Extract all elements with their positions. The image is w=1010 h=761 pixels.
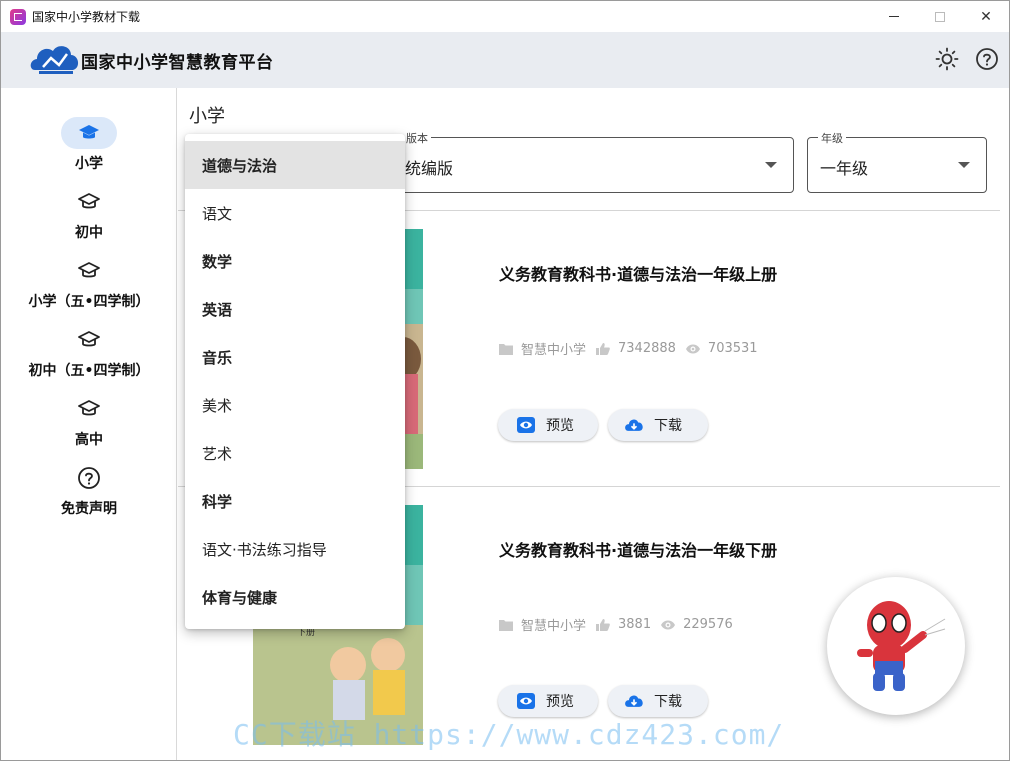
sidebar-item-label: 初中（五•四学制） (28, 363, 150, 379)
sidebar-item-disclaimer[interactable]: 免责声明 (1, 462, 177, 518)
sidebar-item-junior[interactable]: 初中 (1, 186, 177, 242)
preview-button-label: 预览 (546, 418, 574, 434)
version-select-label: 版本 (403, 130, 431, 146)
publisher: 智慧中小学 (521, 619, 587, 634)
subject-dropdown-menu: 道德与法治 语文 数学 英语 音乐 美术 艺术 科学 语文·书法练习指导 体育与… (185, 134, 405, 629)
sidebar-item-junior-54[interactable]: 初中（五•四学制） (1, 324, 177, 380)
download-button[interactable]: 下载 (608, 685, 708, 717)
close-icon: ✕ (980, 8, 992, 25)
app-header: 国家中小学智慧教育平台 (1, 32, 1009, 88)
platform-name: 国家中小学智慧教育平台 (81, 52, 274, 73)
graduation-cap-icon (78, 331, 100, 347)
preview-icon (517, 693, 535, 709)
like-count: 7342888 (618, 341, 676, 356)
maximize-icon (935, 11, 945, 22)
publisher: 智慧中小学 (521, 343, 587, 358)
view-count: 703531 (707, 341, 758, 356)
view-count: 229576 (683, 617, 733, 632)
sidebar-item-primary-54[interactable]: 小学（五•四学制） (1, 255, 177, 311)
download-button-label: 下载 (654, 418, 682, 434)
graduation-cap-icon (79, 125, 99, 139)
subject-option[interactable]: 英语 (185, 285, 405, 333)
preview-button[interactable]: 预览 (498, 409, 598, 441)
subject-option[interactable]: 科学 (185, 477, 405, 525)
app-icon (10, 8, 26, 25)
preview-icon (517, 417, 535, 433)
minimize-icon (889, 16, 899, 17)
graduation-cap-icon (78, 400, 100, 416)
help-circle-icon (78, 467, 100, 489)
download-button[interactable]: 下载 (608, 409, 708, 441)
close-button[interactable]: ✕ (963, 1, 1009, 32)
sidebar-item-label: 小学 (75, 156, 103, 172)
subject-option[interactable]: 数学 (185, 237, 405, 285)
dropdown-arrow-icon (958, 162, 970, 168)
app-window: 国家中小学教材下载 ✕ 国家中小学智慧教育平台 小学 初中 小学（五•四学制） … (0, 0, 1010, 761)
sidebar-item-label: 免责声明 (61, 501, 117, 517)
version-select-value: 统编版 (405, 159, 454, 178)
grade-select[interactable]: 年级 一年级 (807, 130, 987, 193)
book-meta: 智慧中小学 3881 229576 (499, 615, 743, 634)
window-title: 国家中小学教材下载 (32, 10, 141, 24)
grade-select-value: 一年级 (820, 159, 869, 178)
graduation-cap-icon (78, 193, 100, 209)
subject-option[interactable]: 艺术 (185, 429, 405, 477)
version-select[interactable]: 版本 统编版 (392, 130, 794, 193)
sidebar-item-primary[interactable]: 小学 (1, 117, 177, 173)
preview-button-label: 预览 (546, 694, 574, 710)
dropdown-arrow-icon (765, 162, 777, 168)
thumbs-up-icon (596, 618, 610, 631)
platform-logo (29, 40, 81, 80)
subject-option[interactable]: 音乐 (185, 333, 405, 381)
book-meta: 智慧中小学 7342888 703531 (499, 339, 768, 358)
sidebar-item-label: 高中 (75, 432, 103, 448)
sidebar-item-senior[interactable]: 高中 (1, 393, 177, 449)
eye-icon (661, 620, 676, 629)
spiderman-mascot-icon (857, 601, 946, 691)
folder-icon (499, 619, 513, 631)
page-title: 小学 (189, 106, 225, 127)
sidebar-item-label: 初中 (75, 225, 103, 241)
book-title[interactable]: 义务教育教科书·道德与法治一年级上册 (499, 261, 777, 285)
subject-option[interactable]: 道德与法治 (185, 141, 405, 189)
preview-button[interactable]: 预览 (498, 685, 598, 717)
sidebar-item-label: 小学（五•四学制） (28, 294, 150, 310)
theme-toggle-button[interactable] (934, 46, 960, 72)
cloud-download-icon (625, 695, 643, 707)
thumbs-up-icon (596, 342, 610, 355)
subject-option[interactable]: 体育与健康 (185, 573, 405, 621)
download-button-label: 下载 (654, 694, 682, 710)
folder-icon (499, 343, 513, 355)
mascot-floating-button[interactable] (827, 577, 965, 715)
book-title[interactable]: 义务教育教科书·道德与法治一年级下册 (499, 537, 777, 561)
sun-icon (935, 47, 959, 71)
cloud-download-icon (625, 419, 643, 431)
title-bar: 国家中小学教材下载 ✕ (1, 1, 1009, 32)
maximize-button[interactable] (917, 1, 963, 32)
minimize-button[interactable] (871, 1, 917, 32)
like-count: 3881 (618, 617, 652, 632)
grade-select-label: 年级 (818, 130, 846, 146)
eye-icon (685, 344, 700, 353)
subject-option[interactable]: 美术 (185, 381, 405, 429)
subject-option[interactable]: 语文 (185, 189, 405, 237)
graduation-cap-icon (78, 262, 100, 278)
sidebar-nav: 小学 初中 小学（五•四学制） 初中（五•四学制） 高中 免责声明 (1, 88, 177, 760)
help-button[interactable] (974, 46, 1000, 72)
subject-option[interactable]: 语文·书法练习指导 (185, 525, 405, 573)
help-circle-icon (976, 48, 998, 70)
